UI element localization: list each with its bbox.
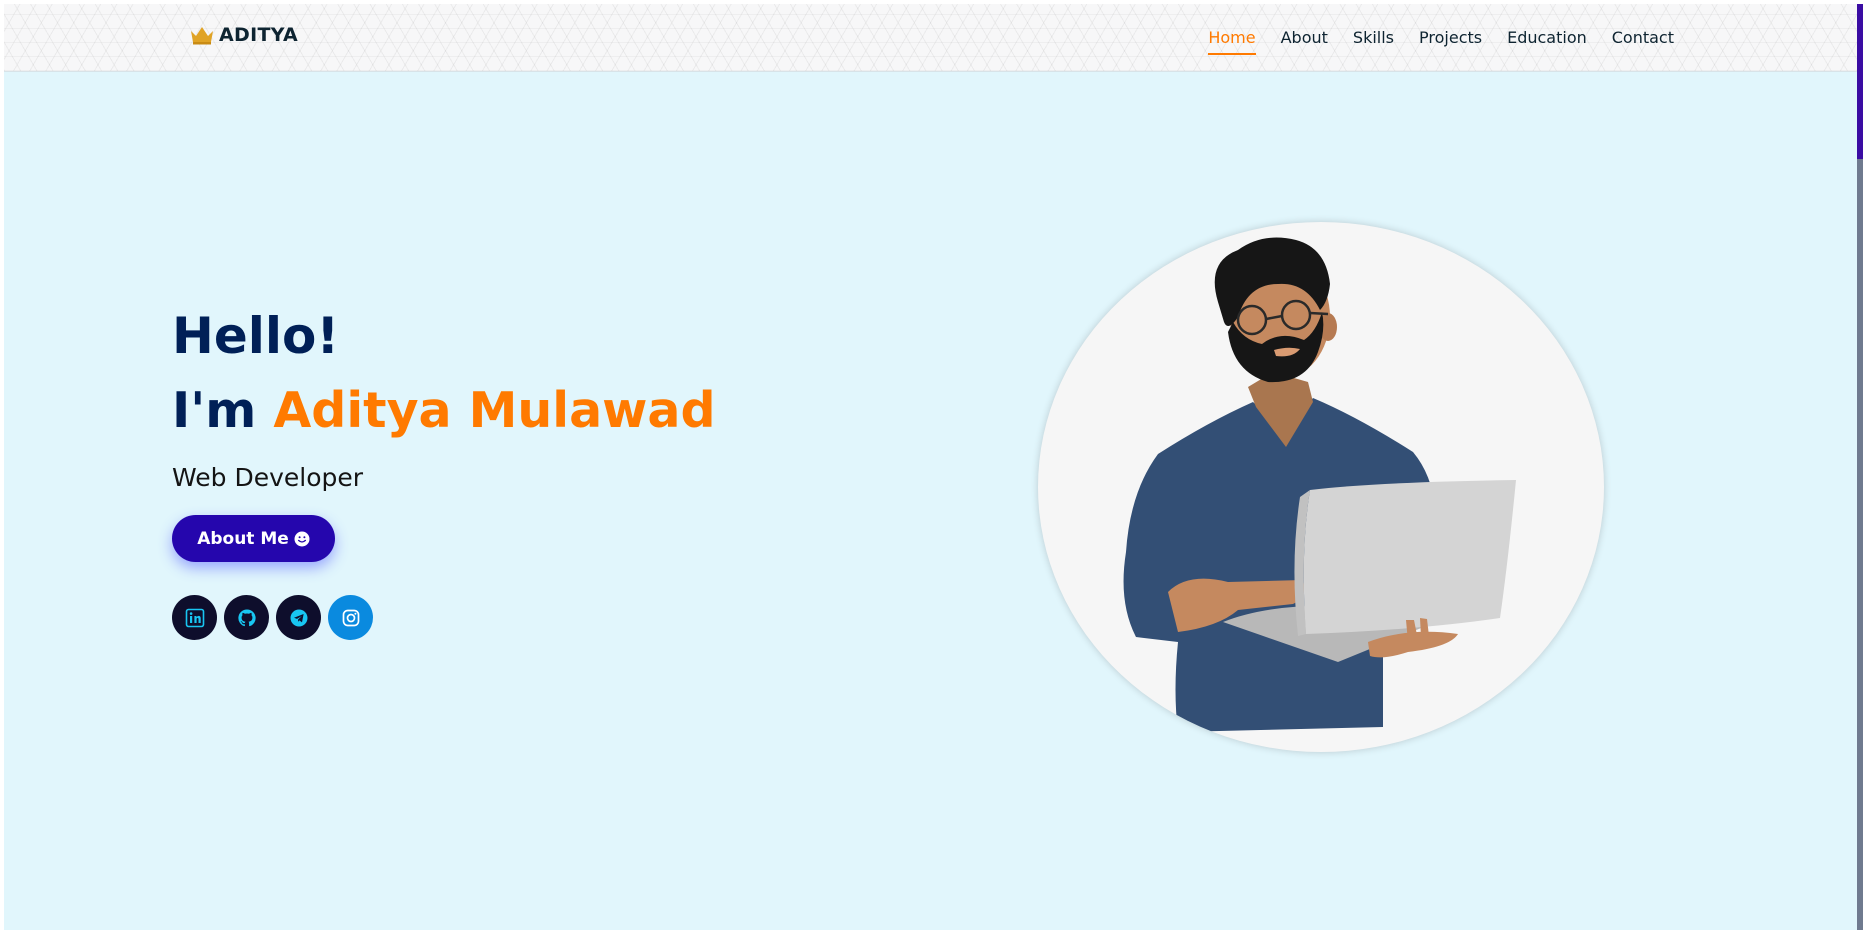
page-scrollbar[interactable]	[1857, 4, 1863, 930]
hero-intro-prefix: I'm	[172, 382, 257, 439]
hero-name: Aditya Mulawad	[273, 382, 716, 439]
nav-about[interactable]: About	[1281, 28, 1328, 55]
brand-logo-link[interactable]: ADITYA	[189, 24, 298, 46]
about-me-label: About Me	[197, 528, 289, 549]
linkedin-icon	[185, 608, 204, 627]
github-link[interactable]	[224, 595, 269, 640]
hero-greeting: Hello!	[172, 307, 340, 365]
site-header: ADITYA Home About Skills Projects Educat…	[4, 4, 1857, 72]
page-viewport: ADITYA Home About Skills Projects Educat…	[4, 4, 1857, 930]
social-links	[172, 595, 373, 640]
main-nav: Home About Skills Projects Education Con…	[1183, 28, 1674, 55]
instagram-icon	[342, 609, 359, 626]
crown-icon	[191, 27, 213, 45]
smile-icon	[294, 531, 310, 546]
nav-contact[interactable]: Contact	[1612, 28, 1674, 55]
developer-illustration-svg	[1123, 237, 1516, 732]
telegram-icon	[290, 609, 307, 626]
hero-role: Web Developer	[172, 463, 364, 492]
linkedin-link[interactable]	[172, 595, 217, 640]
telegram-link[interactable]	[276, 595, 321, 640]
nav-skills[interactable]: Skills	[1353, 28, 1394, 55]
brand-name: ADITYA	[219, 24, 298, 46]
instagram-link[interactable]	[328, 595, 373, 640]
scrollbar-thumb[interactable]	[1857, 4, 1863, 159]
hero-text: Hello! I'm Aditya Mulawad Web Developer	[172, 300, 716, 496]
developer-with-laptop-illustration	[1038, 222, 1604, 752]
github-icon	[237, 608, 256, 626]
hero-intro: I'm Aditya Mulawad	[172, 372, 716, 450]
nav-education[interactable]: Education	[1507, 28, 1587, 55]
about-me-button[interactable]: About Me	[172, 515, 335, 562]
scrollbar-track	[1857, 159, 1863, 930]
nav-home[interactable]: Home	[1208, 28, 1256, 55]
nav-projects[interactable]: Projects	[1419, 28, 1482, 55]
